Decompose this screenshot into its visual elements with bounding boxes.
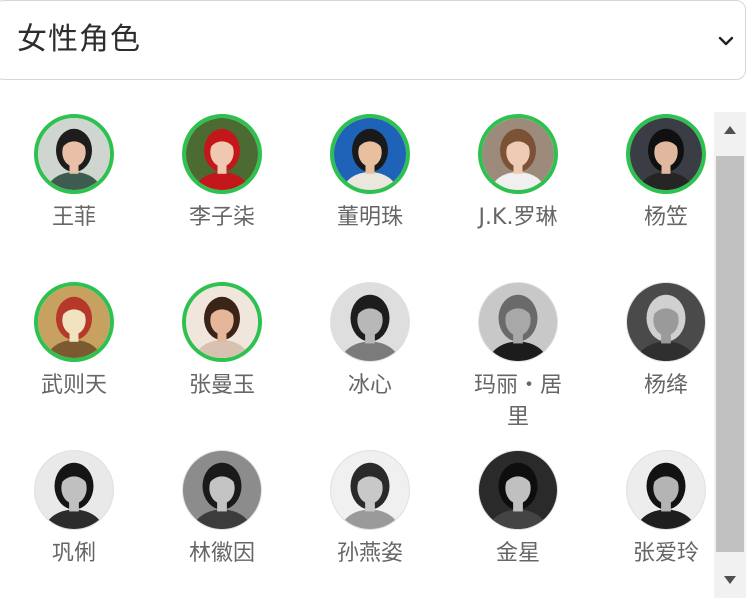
character-card[interactable]: 张曼玉 xyxy=(148,280,296,448)
avatar[interactable] xyxy=(34,282,114,362)
character-name: 张爱玲 xyxy=(632,541,699,566)
avatar[interactable] xyxy=(626,114,706,194)
character-name: 武则天 xyxy=(40,373,107,398)
avatar[interactable] xyxy=(182,114,262,194)
avatar-grid: 王菲 李子柒 董明珠 J.K.罗琳 杨笠武则天 张曼玉 冰心 玛丽・居里 杨绛巩俐 林徽因 孙燕姿 金… xyxy=(0,112,714,598)
character-card[interactable]: 金星 xyxy=(444,448,592,598)
avatar[interactable] xyxy=(330,282,410,362)
portrait-image xyxy=(482,118,554,190)
character-name: 冰心 xyxy=(347,373,392,398)
character-name: 林徽因 xyxy=(188,541,255,566)
character-card[interactable]: 董明珠 xyxy=(296,112,444,280)
portrait-image xyxy=(186,286,258,358)
character-picker: 女性角色 王菲 李子柒 董明珠 J.K.罗琳 杨笠武则天 张曼玉 冰心 玛丽・居里 杨绛巩俐 林徽… xyxy=(0,0,753,616)
character-name: J.K.罗琳 xyxy=(478,205,558,230)
category-dropdown[interactable]: 女性角色 xyxy=(0,0,746,80)
character-card[interactable]: 李子柒 xyxy=(148,112,296,280)
character-name: 孙燕姿 xyxy=(336,541,403,566)
avatar[interactable] xyxy=(330,450,410,530)
chevron-down-icon[interactable] xyxy=(717,32,735,50)
avatar[interactable] xyxy=(478,282,558,362)
character-card[interactable]: 王菲 xyxy=(0,112,148,280)
avatar[interactable] xyxy=(182,282,262,362)
character-name: 金星 xyxy=(495,541,540,566)
character-name: 巩俐 xyxy=(51,541,96,566)
character-name: 董明珠 xyxy=(336,205,403,230)
portrait-image xyxy=(38,286,110,358)
avatar-grid-viewport: 王菲 李子柒 董明珠 J.K.罗琳 杨笠武则天 张曼玉 冰心 玛丽・居里 杨绛巩俐 林徽因 孙燕姿 金… xyxy=(0,112,714,598)
character-name: 玛丽・居里 xyxy=(473,373,562,430)
character-name: 杨笠 xyxy=(643,205,688,230)
character-card[interactable]: 冰心 xyxy=(296,280,444,448)
portrait-image xyxy=(38,118,110,190)
portrait-image xyxy=(186,118,258,190)
portrait-image xyxy=(334,118,406,190)
character-card[interactable]: 杨绛 xyxy=(592,280,714,448)
dropdown-selected-value: 女性角色 xyxy=(17,22,141,57)
avatar[interactable] xyxy=(626,450,706,530)
character-name: 李子柒 xyxy=(188,205,255,230)
portrait-image xyxy=(331,283,409,361)
avatar[interactable] xyxy=(330,114,410,194)
portrait-image xyxy=(183,451,261,529)
avatar[interactable] xyxy=(626,282,706,362)
portrait-image xyxy=(479,283,557,361)
portrait-image xyxy=(630,118,702,190)
portrait-image xyxy=(479,451,557,529)
character-card[interactable]: 巩俐 xyxy=(0,448,148,598)
avatar[interactable] xyxy=(478,114,558,194)
character-card[interactable]: 玛丽・居里 xyxy=(444,280,592,448)
character-name: 张曼玉 xyxy=(188,373,255,398)
portrait-image xyxy=(331,451,409,529)
character-card[interactable]: 张爱玲 xyxy=(592,448,714,598)
arrow-down-icon[interactable] xyxy=(714,562,746,598)
avatar[interactable] xyxy=(34,450,114,530)
character-card[interactable]: J.K.罗琳 xyxy=(444,112,592,280)
portrait-image xyxy=(35,451,113,529)
portrait-image xyxy=(627,451,705,529)
character-name: 王菲 xyxy=(51,205,96,230)
character-card[interactable]: 孙燕姿 xyxy=(296,448,444,598)
avatar[interactable] xyxy=(182,450,262,530)
character-name: 杨绛 xyxy=(643,373,688,398)
avatar[interactable] xyxy=(478,450,558,530)
portrait-image xyxy=(627,283,705,361)
vertical-scrollbar[interactable] xyxy=(714,112,746,598)
scrollbar-thumb[interactable] xyxy=(716,156,744,552)
avatar[interactable] xyxy=(34,114,114,194)
character-card[interactable]: 杨笠 xyxy=(592,112,714,280)
character-card[interactable]: 武则天 xyxy=(0,280,148,448)
character-card[interactable]: 林徽因 xyxy=(148,448,296,598)
arrow-up-icon[interactable] xyxy=(714,112,746,148)
